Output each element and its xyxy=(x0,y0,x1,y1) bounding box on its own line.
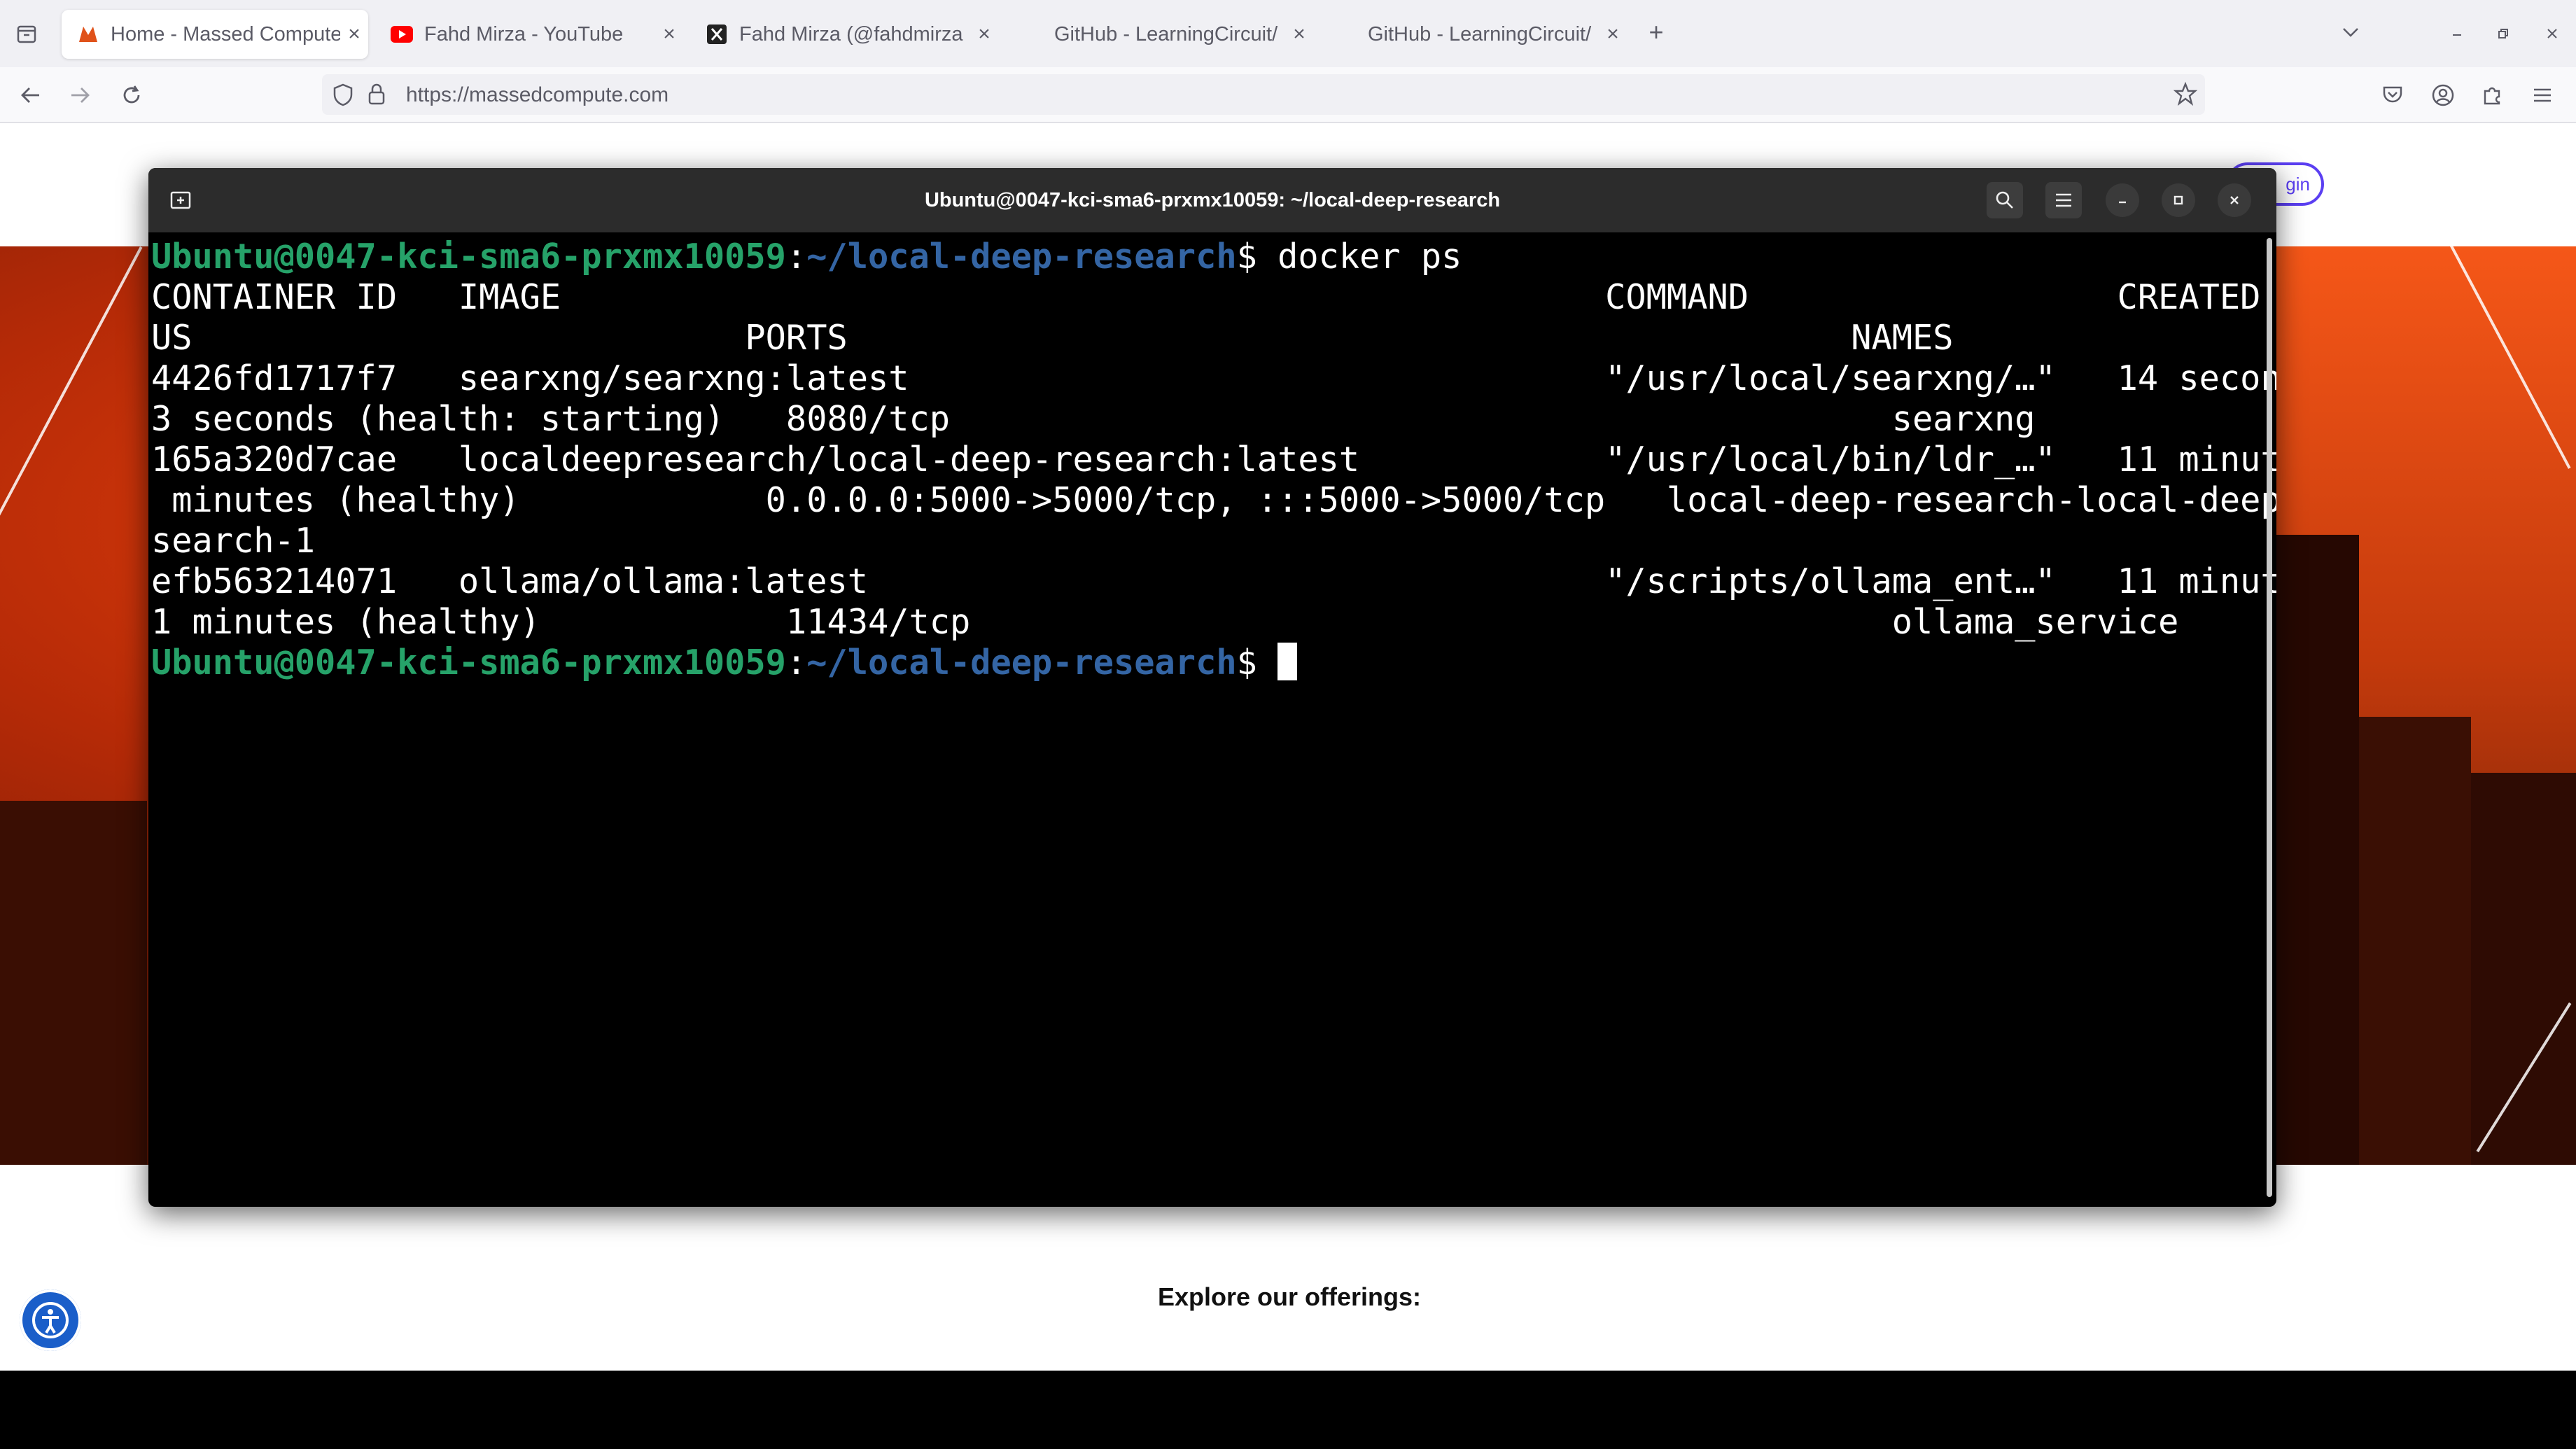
menu-icon[interactable] xyxy=(2045,182,2082,218)
maximize-icon[interactable] xyxy=(2162,183,2195,217)
output-line: minutes (healthy) 0.0.0.0:5000->5000/tcp… xyxy=(151,481,2276,520)
search-icon[interactable] xyxy=(1987,182,2023,218)
github-favicon-icon xyxy=(1021,23,1043,46)
extensions-puzzle-icon[interactable] xyxy=(2478,81,2506,109)
decorative-line xyxy=(0,246,143,570)
tab-list-icon[interactable] xyxy=(13,20,41,48)
output-line: search-1 xyxy=(151,522,316,561)
building-silhouette xyxy=(0,801,147,1165)
tab-github-2[interactable]: GitHub - LearningCircuit/ × xyxy=(1319,10,1627,59)
output-line: US PORTS NAMES xyxy=(151,318,1954,358)
youtube-favicon-icon xyxy=(391,23,413,46)
terminal-titlebar[interactable]: Ubuntu@0047-kci-sma6-prxmx10059: ~/local… xyxy=(148,168,2276,232)
forward-arrow-icon[interactable] xyxy=(66,81,94,109)
prompt-line[interactable]: Ubuntu@0047-kci-sma6-prxmx10059:~/local-… xyxy=(151,643,2272,683)
tab-title: GitHub - LearningCircuit/ xyxy=(1368,22,1592,46)
prompt-separator: : xyxy=(785,643,807,682)
accessibility-widget-button[interactable] xyxy=(20,1289,81,1351)
prompt-user: Ubuntu@0047-kci-sma6-prxmx10059 xyxy=(151,643,786,682)
browser-tab-bar: Home - Massed Compute × Fahd Mirza - You… xyxy=(0,0,2576,67)
prompt-user: Ubuntu@0047-kci-sma6-prxmx10059 xyxy=(151,237,786,276)
output-line: 1 minutes (healthy) 11434/tcp ollama_ser… xyxy=(151,603,2179,642)
prompt-path: ~/local-deep-research xyxy=(806,237,1237,276)
reload-icon[interactable] xyxy=(118,81,146,109)
tab-github-1[interactable]: GitHub - LearningCircuit/ × xyxy=(1005,10,1313,59)
close-tab-icon[interactable]: × xyxy=(655,22,683,46)
accessibility-icon xyxy=(32,1302,69,1338)
output-line: 165a320d7cae localdeepresearch/local-dee… xyxy=(151,440,2276,479)
tab-youtube[interactable]: Fahd Mirza - YouTube × xyxy=(375,10,683,59)
new-tab-button[interactable]: + xyxy=(1642,18,1670,46)
tab-x[interactable]: Fahd Mirza (@fahdmirza × xyxy=(690,10,998,59)
prompt-symbol: $ xyxy=(1236,643,1278,682)
login-button-label: gin xyxy=(2286,173,2310,195)
massed-compute-favicon-icon xyxy=(77,23,99,46)
restore-window-icon[interactable] xyxy=(2489,20,2517,48)
tab-title: Fahd Mirza (@fahdmirza xyxy=(739,22,963,46)
building-silhouette xyxy=(2275,535,2359,1165)
close-icon[interactable] xyxy=(2218,183,2251,217)
output-line: 3 seconds (health: starting) 8080/tcp se… xyxy=(151,400,2036,439)
close-tab-icon[interactable]: × xyxy=(1599,22,1627,46)
tab-title: Home - Massed Compute xyxy=(111,22,340,46)
output-line: efb563214071 ollama/ollama:latest "/scri… xyxy=(151,562,2276,601)
page-footer-bar xyxy=(0,1371,2576,1449)
output-line: CONTAINER ID IMAGE COMMAND CREATED STAT xyxy=(151,278,2261,317)
navigation-toolbar: https://massedcompute.com xyxy=(0,67,2576,123)
command-text: docker ps xyxy=(1278,237,1462,276)
hamburger-menu-icon[interactable] xyxy=(2528,81,2556,109)
back-arrow-icon[interactable] xyxy=(17,81,45,109)
tab-title: Fahd Mirza - YouTube xyxy=(424,22,624,46)
minimize-icon[interactable] xyxy=(2106,183,2139,217)
output-line: 4426fd1717f7 searxng/searxng:latest "/us… xyxy=(151,359,2276,398)
github-favicon-icon xyxy=(1334,23,1357,46)
terminal-scrollbar[interactable] xyxy=(2267,238,2272,1197)
prompt-path: ~/local-deep-research xyxy=(806,643,1237,682)
building-silhouette xyxy=(2471,773,2576,1165)
address-bar[interactable]: https://massedcompute.com xyxy=(322,74,2205,115)
pocket-icon[interactable] xyxy=(2379,81,2407,109)
close-tab-icon[interactable]: × xyxy=(970,22,998,46)
x-favicon-icon xyxy=(706,23,728,46)
close-window-icon[interactable] xyxy=(2538,20,2566,48)
minimize-window-icon[interactable] xyxy=(2443,20,2471,48)
explore-offerings-heading: Explore our offerings: xyxy=(1158,1282,1422,1311)
terminal-window[interactable]: Ubuntu@0047-kci-sma6-prxmx10059: ~/local… xyxy=(148,168,2276,1207)
prompt-separator: : xyxy=(785,237,807,276)
text-cursor xyxy=(1278,643,1298,680)
lock-icon[interactable] xyxy=(367,83,386,110)
terminal-title: Ubuntu@0047-kci-sma6-prxmx10059: ~/local… xyxy=(924,189,1501,211)
prompt-symbol: $ xyxy=(1236,237,1278,276)
command-line: Ubuntu@0047-kci-sma6-prxmx10059:~/local-… xyxy=(151,237,2272,277)
url-text: https://massedcompute.com xyxy=(406,83,669,106)
close-tab-icon[interactable]: × xyxy=(1285,22,1313,46)
close-tab-icon[interactable]: × xyxy=(340,22,368,46)
terminal-output[interactable]: Ubuntu@0047-kci-sma6-prxmx10059:~/local-… xyxy=(151,232,2276,1207)
account-icon[interactable] xyxy=(2429,81,2457,109)
building-silhouette xyxy=(2359,717,2471,1165)
chevron-down-icon[interactable] xyxy=(2337,18,2365,46)
tab-massed-compute[interactable]: Home - Massed Compute × xyxy=(62,10,368,59)
bookmark-star-icon[interactable] xyxy=(2173,81,2198,110)
tab-title: GitHub - LearningCircuit/ xyxy=(1054,22,1278,46)
shield-icon[interactable] xyxy=(332,83,354,110)
